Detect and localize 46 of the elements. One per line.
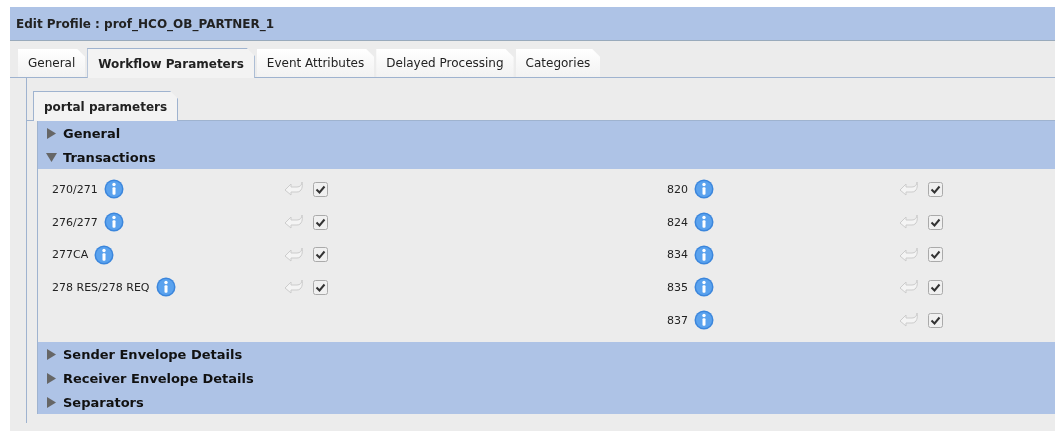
checkbox[interactable] [928, 214, 943, 230]
transaction-label: 270/271 [52, 182, 98, 196]
transaction-label: 837 [667, 313, 688, 327]
section-header[interactable]: Sender Envelope Details [38, 342, 1055, 367]
tab[interactable]: Delayed Processing [376, 49, 514, 77]
expand-triangle-icon [46, 348, 57, 360]
section-header[interactable]: Separators [38, 390, 1055, 415]
section-header[interactable]: General [38, 121, 1055, 145]
checkbox[interactable] [313, 214, 328, 230]
transaction-label: 277CA [52, 248, 89, 262]
info-icon[interactable] [694, 212, 714, 233]
checkbox[interactable] [928, 312, 943, 328]
transaction-label: 835 [667, 280, 688, 294]
collapse-triangle-icon [46, 151, 57, 163]
tab[interactable]: Categories [515, 49, 601, 77]
expand-triangle-icon [46, 127, 57, 139]
curved-arrow-icon [284, 245, 304, 264]
expand-triangle-icon [46, 372, 57, 384]
checkbox[interactable] [313, 181, 328, 197]
info-icon[interactable] [103, 179, 124, 200]
checkbox[interactable] [928, 247, 943, 263]
tab[interactable]: Event Attributes [256, 49, 375, 77]
info-icon[interactable] [694, 277, 714, 298]
checkbox[interactable] [928, 181, 943, 197]
tab[interactable]: Workflow Parameters [87, 48, 255, 78]
curved-arrow-icon [899, 245, 919, 264]
info-icon[interactable] [155, 277, 176, 298]
tab[interactable]: General [18, 49, 86, 77]
tab[interactable]: portal parameters [33, 91, 179, 121]
info-icon[interactable] [694, 244, 714, 265]
info-icon[interactable] [694, 310, 714, 331]
transaction-label: 278 RES/278 REQ [52, 280, 150, 294]
section-header[interactable]: Transactions [38, 145, 1055, 169]
transaction-label: 276/277 [52, 215, 98, 229]
window-title: Edit Profile : prof_HCO_OB_PARTNER_1 [10, 7, 1055, 41]
info-icon[interactable] [694, 179, 714, 200]
transaction-label: 824 [667, 215, 688, 229]
checkbox[interactable] [313, 247, 328, 263]
transaction-label: 834 [667, 248, 688, 262]
transaction-label: 820 [667, 182, 688, 196]
checkbox[interactable] [313, 279, 328, 295]
info-icon[interactable] [94, 244, 115, 265]
info-icon[interactable] [103, 212, 124, 233]
checkbox[interactable] [928, 279, 943, 295]
section-header[interactable]: Receiver Envelope Details [38, 366, 1055, 391]
expand-triangle-icon [46, 396, 57, 408]
